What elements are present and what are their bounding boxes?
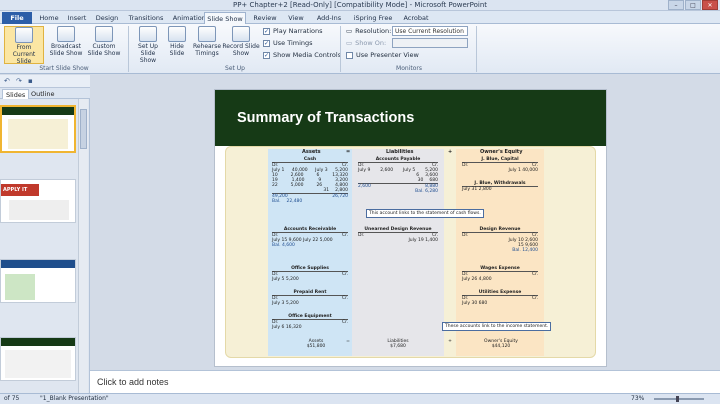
accounts-receivable: Accounts Receivable Dr. Cr. July 15 9,600… [272, 227, 348, 248]
notes-placeholder[interactable]: Click to add notes [97, 377, 169, 387]
zoom-knob[interactable] [676, 396, 679, 402]
totals-plus: + [448, 339, 452, 344]
slide-thumb[interactable]: APPLY IT [0, 179, 76, 223]
resolution-label: ▭ Resolution: [346, 27, 392, 35]
liabilities-header: Liabilities [386, 149, 414, 155]
office-supplies: Office Supplies Dr. Cr. July 5 5,200 [272, 266, 348, 282]
redo-icon[interactable]: ↷ [16, 77, 22, 85]
close-icon[interactable]: ✕ [702, 0, 718, 10]
slide-title: Summary of Transactions [237, 110, 415, 126]
ribbon: From Current Slide Broadcast Slide Show … [0, 24, 720, 74]
monitor-icon: ▭ [346, 39, 353, 47]
utilities-expense: Utilities Expense Dr. Cr. July 30 680 [462, 290, 538, 306]
design-revenue: Design Revenue Dr. Cr. July 10 2,600 15 9… [462, 227, 538, 253]
group-start-slide-show: Start Slide Show [39, 65, 89, 72]
hide-slide-button[interactable]: Hide Slide [166, 26, 188, 64]
slide-header: Summary of Transactions [215, 90, 606, 146]
custom-slide-show-button[interactable]: Custom Slide Show [86, 26, 122, 64]
tab-insert[interactable]: Insert [64, 12, 90, 24]
group-separator [128, 26, 129, 72]
total-equity: Owner's Equity $44,120 [484, 339, 518, 349]
show-on-label: ▭ Show On: [346, 39, 387, 47]
set-up-slide-show-button[interactable]: Set Up Slide Show [132, 26, 164, 64]
tab-ispring[interactable]: iSpring Free [350, 12, 396, 24]
monitor-icon: ▭ [346, 27, 353, 35]
thumbnail-scrollbar[interactable] [78, 99, 88, 393]
total-liabilities: Liabilities $7,680 [387, 339, 409, 349]
record-icon [232, 26, 250, 42]
use-timings-checkbox[interactable]: ✓ Use Timings [263, 39, 313, 47]
tab-review[interactable]: Review [250, 12, 280, 24]
slide-counter: of 75 [4, 395, 20, 402]
record-slide-show-button[interactable]: Record Slide Show [222, 26, 260, 64]
pane-tabs: Slides Outline [0, 88, 90, 99]
total-assets: Assets $51,800 [306, 339, 326, 349]
equals-sign: = [346, 149, 351, 155]
setup-icon [139, 26, 157, 42]
tab-slides[interactable]: Slides [2, 89, 30, 99]
group-set-up: Set Up [225, 65, 245, 72]
slide-thumb-current[interactable] [0, 105, 76, 153]
use-presenter-view-checkbox[interactable]: Use Presenter View [346, 51, 419, 59]
tab-transitions[interactable]: Transitions [124, 12, 168, 24]
capital-account: J. Blue, Capital Dr. Cr. July 1 40,000 J.… [462, 157, 538, 192]
totals-equals: = [346, 339, 350, 344]
slide-thumb[interactable] [0, 337, 76, 381]
zoom-slider[interactable] [654, 396, 704, 402]
cash-flow-note: This account links to the statement of c… [366, 209, 484, 218]
plus-sign: + [448, 149, 453, 155]
broadcast-button[interactable]: Broadcast Slide Show [48, 26, 84, 64]
window-title: PP+ Chapter+2 [Read-Only] [Compatibility… [232, 1, 488, 9]
show-media-controls-checkbox[interactable]: ✓ Show Media Controls [263, 51, 341, 59]
slide-thumbnails: APPLY IT [0, 99, 90, 393]
unearned-design-revenue: Unearned Design Revenue Dr. Cr. July 19 1… [358, 227, 438, 243]
prepaid-rent: Prepaid Rent Dr. Cr. July 3 5,200 [272, 290, 348, 306]
group-separator [340, 26, 341, 72]
rehearse-timings-button[interactable]: Rehearse Timings [192, 26, 222, 64]
office-equipment: Office Equipment Dr. Cr. July 6 16,320 [272, 314, 348, 330]
accounts-payable: Accounts Payable Dr. Cr. July 9 2,600 July … [358, 157, 438, 194]
check-icon: ✓ [263, 51, 270, 59]
tab-acrobat[interactable]: Acrobat [400, 12, 432, 24]
check-icon: ✓ [263, 27, 270, 35]
status-bar: of 75 "1_Blank Presentation" 73% [0, 393, 720, 404]
assets-header: Assets [302, 149, 321, 155]
ribbon-tabs: File Home Insert Design Transitions Anim… [0, 11, 720, 24]
equity-header: Owner's Equity [480, 149, 523, 155]
transactions-table: Assets = Liabilities + Owner's Equity Ca… [225, 146, 596, 358]
slide-canvas[interactable]: Summary of Transactions Assets = Liabili… [214, 89, 607, 367]
cash-account: Cash Dr. Cr. July 1 40,000 July 3 5,200 10 2,… [272, 157, 348, 204]
theme-name: "1_Blank Presentation" [40, 395, 109, 402]
save-icon[interactable]: ▪ [28, 77, 33, 85]
tab-home[interactable]: Home [36, 12, 62, 24]
minimize-icon[interactable]: – [668, 0, 684, 10]
from-current-slide-button[interactable]: From Current Slide [4, 26, 44, 65]
tab-add-ins[interactable]: Add-Ins [312, 12, 346, 24]
maximize-icon[interactable]: □ [685, 0, 701, 10]
tab-file[interactable]: File [2, 12, 32, 24]
tab-slide-show[interactable]: Slide Show [204, 12, 246, 24]
zoom-level[interactable]: 73% [631, 394, 644, 404]
show-on-select[interactable] [392, 38, 468, 48]
rehearse-icon [198, 26, 216, 42]
notes-pane[interactable]: Click to add notes [90, 370, 720, 393]
group-separator [476, 26, 477, 72]
custom-show-icon [95, 26, 113, 42]
tab-design[interactable]: Design [92, 12, 122, 24]
check-icon: ✓ [263, 39, 270, 47]
group-monitors: Monitors [396, 65, 422, 72]
hide-slide-icon [168, 26, 186, 42]
wages-expense: Wages Expense Dr. Cr. July 26 4,800 [462, 266, 538, 282]
slide-thumb[interactable] [0, 259, 76, 303]
slideshow-icon [15, 27, 33, 43]
play-narrations-checkbox[interactable]: ✓ Play Narrations [263, 27, 323, 35]
title-bar: PP+ Chapter+2 [Read-Only] [Compatibility… [0, 0, 720, 11]
quick-access: ↶ ↷ ▪ [0, 75, 90, 88]
broadcast-icon [57, 26, 75, 42]
income-statement-note: These accounts link to the income statem… [442, 322, 552, 331]
resolution-select[interactable]: Use Current Resolution [392, 26, 468, 36]
tab-view[interactable]: View [284, 12, 308, 24]
undo-icon[interactable]: ↶ [4, 77, 10, 85]
tab-outline[interactable]: Outline [28, 89, 58, 99]
